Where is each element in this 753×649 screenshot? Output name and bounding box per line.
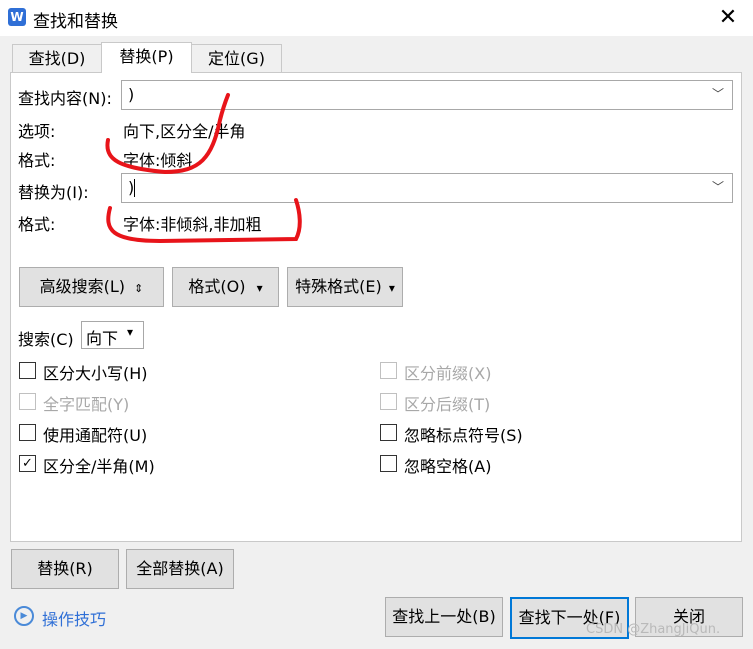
- wildcards-label[interactable]: 使用通配符(U): [43, 422, 147, 446]
- wps-app-icon: W: [8, 8, 26, 26]
- tab-goto[interactable]: 定位(G): [191, 44, 282, 73]
- ignore-spaces-label[interactable]: 忽略空格(A): [404, 453, 491, 477]
- options-value: 向下,区分全/半角: [123, 122, 246, 141]
- replace-input[interactable]: ) ﹀: [121, 173, 733, 203]
- search-direction-label: 搜索(C): [18, 330, 74, 349]
- replace-label: 替换为(I):: [18, 183, 89, 202]
- match-prefix-checkbox: [380, 362, 397, 379]
- dropdown-arrow-icon: ▾: [388, 281, 395, 295]
- match-suffix-label: 区分后缀(T): [404, 395, 491, 414]
- format-button[interactable]: 格式(O) ▾: [172, 267, 279, 307]
- window-title: 查找和替换: [33, 12, 118, 32]
- replace-button[interactable]: 替换(R): [11, 549, 119, 589]
- find-label: 查找内容(N):: [18, 89, 112, 108]
- ignore-punctuation-label[interactable]: 忽略标点符号(S): [404, 422, 523, 446]
- chevron-down-icon[interactable]: ﹀: [710, 84, 726, 104]
- advanced-search-button[interactable]: 高级搜索(L) ⇕: [19, 267, 164, 307]
- tab-find[interactable]: 查找(D): [12, 44, 102, 73]
- tips-link[interactable]: 操作技巧: [42, 606, 106, 630]
- replace-all-button[interactable]: 全部替换(A): [126, 549, 234, 589]
- find-format-label: 格式:: [18, 151, 56, 170]
- match-case-checkbox[interactable]: [19, 362, 36, 379]
- dropdown-arrow-icon: ▾: [127, 325, 134, 339]
- close-icon[interactable]: ✕: [714, 4, 742, 32]
- expand-icon: ⇕: [134, 282, 144, 295]
- text-cursor: [134, 179, 135, 197]
- chevron-down-icon[interactable]: ﹀: [710, 177, 726, 197]
- match-prefix-label: 区分前缀(X): [404, 364, 492, 383]
- find-input[interactable]: ) ﹀: [121, 80, 733, 110]
- search-direction-select[interactable]: 向下 ▾: [81, 321, 144, 349]
- tab-replace[interactable]: 替换(P): [101, 42, 192, 73]
- match-suffix-checkbox: [380, 393, 397, 410]
- replace-format-value: 字体:非倾斜,非加粗: [123, 215, 262, 234]
- whole-word-label: 全字匹配(Y): [43, 395, 130, 414]
- find-input-value: ): [128, 85, 135, 104]
- play-icon[interactable]: ▶: [14, 606, 34, 626]
- special-format-button[interactable]: 特殊格式(E) ▾: [287, 267, 403, 307]
- find-previous-button[interactable]: 查找上一处(B): [385, 597, 503, 637]
- replace-format-label: 格式:: [18, 215, 56, 234]
- checkmark-icon: ✓: [22, 456, 33, 471]
- dropdown-arrow-icon: ▾: [256, 281, 263, 295]
- watermark: CSDN @ZhangJiQun.: [586, 622, 721, 637]
- search-direction-value: 向下: [86, 329, 119, 348]
- ignore-punctuation-checkbox[interactable]: [380, 424, 397, 441]
- match-case-label[interactable]: 区分大小写(H): [43, 360, 148, 384]
- whole-word-checkbox: [19, 393, 36, 410]
- options-label: 选项:: [18, 122, 56, 141]
- ignore-spaces-checkbox[interactable]: [380, 455, 397, 472]
- full-half-width-checkbox[interactable]: ✓: [19, 455, 36, 472]
- full-half-width-label[interactable]: 区分全/半角(M): [43, 453, 155, 477]
- wildcards-checkbox[interactable]: [19, 424, 36, 441]
- find-format-value: 字体:倾斜: [123, 151, 193, 170]
